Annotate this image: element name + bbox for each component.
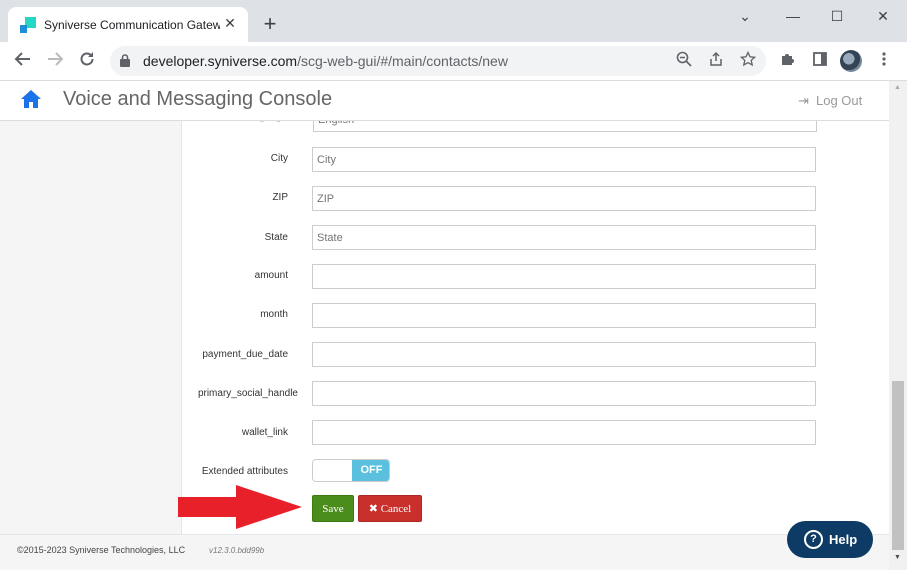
back-icon[interactable] bbox=[12, 50, 34, 72]
zip-input[interactable] bbox=[312, 186, 816, 211]
profile-avatar[interactable] bbox=[840, 50, 862, 72]
logout-icon: ⇥ bbox=[798, 93, 809, 108]
scroll-thumb[interactable] bbox=[892, 381, 904, 550]
payment-due-date-input[interactable] bbox=[312, 342, 816, 367]
tab-search-icon[interactable]: ⌄ bbox=[733, 8, 757, 24]
app-header: Voice and Messaging Console ⇥ Log Out bbox=[0, 81, 889, 121]
side-panel-icon[interactable] bbox=[810, 51, 830, 71]
logout-link[interactable]: ⇥ Log Out bbox=[798, 93, 862, 109]
save-button[interactable]: Save bbox=[312, 495, 354, 522]
zip-label: ZIP bbox=[272, 192, 288, 203]
amount-input[interactable] bbox=[312, 264, 816, 289]
wallet-link-input[interactable] bbox=[312, 420, 816, 445]
syniverse-favicon-icon bbox=[20, 17, 36, 33]
browser-toolbar: developer.syniverse.com/scg-web-gui/#/ma… bbox=[0, 42, 907, 81]
payment-due-date-label: payment_due_date bbox=[202, 349, 288, 360]
cancel-x-icon: ✖ bbox=[368, 503, 381, 515]
zoom-out-icon[interactable] bbox=[674, 51, 694, 71]
state-input[interactable] bbox=[312, 225, 816, 250]
new-tab-button[interactable]: + bbox=[258, 12, 282, 36]
primary-social-handle-label: primary_social_handle bbox=[197, 388, 298, 399]
tab-title: Syniverse Communication Gatew bbox=[44, 18, 220, 32]
city-label: City bbox=[270, 153, 288, 164]
share-icon[interactable] bbox=[706, 51, 726, 71]
forward-icon[interactable] bbox=[44, 50, 66, 72]
primary-social-handle-input[interactable] bbox=[312, 381, 816, 406]
city-input[interactable] bbox=[312, 147, 816, 172]
page-footer: ©2015-2023 Syniverse Technologies, LLC v… bbox=[0, 534, 889, 570]
address-bar[interactable]: developer.syniverse.com/scg-web-gui/#/ma… bbox=[110, 46, 766, 76]
help-question-icon: ? bbox=[804, 530, 823, 550]
month-label: month bbox=[260, 309, 288, 320]
browser-tab-strip: Syniverse Communication Gatew ✕ + ⌄ — ☐ … bbox=[0, 0, 907, 42]
kebab-menu-icon[interactable] bbox=[874, 51, 894, 71]
url-text: developer.syniverse.com/scg-web-gui/#/ma… bbox=[143, 53, 508, 69]
minimize-window-button[interactable]: — bbox=[781, 8, 805, 24]
close-window-button[interactable]: ✕ bbox=[871, 8, 895, 24]
month-input[interactable] bbox=[312, 303, 816, 328]
toggle-knob bbox=[313, 460, 352, 481]
page-viewport: Preferred Language English City ZIP Stat… bbox=[0, 81, 907, 570]
help-button[interactable]: ? Help bbox=[787, 521, 873, 558]
home-icon[interactable] bbox=[20, 88, 42, 110]
reload-icon[interactable] bbox=[76, 50, 98, 72]
bookmark-star-icon[interactable] bbox=[738, 50, 758, 71]
scroll-down-icon[interactable]: ▼ bbox=[894, 554, 901, 561]
cancel-label: Cancel bbox=[380, 503, 412, 515]
amount-label: amount bbox=[254, 270, 288, 281]
tab-close-icon[interactable]: ✕ bbox=[222, 15, 238, 31]
version-text: v12.3.0.bdd99b bbox=[209, 546, 265, 555]
annotation-arrow-icon bbox=[178, 485, 302, 529]
browser-tab[interactable]: Syniverse Communication Gatew ✕ bbox=[8, 7, 248, 42]
copyright-text: ©2015-2023 Syniverse Technologies, LLC bbox=[17, 545, 186, 555]
cancel-button[interactable]: ✖ Cancel bbox=[358, 495, 422, 522]
extensions-icon[interactable] bbox=[778, 51, 798, 71]
logout-label: Log Out bbox=[816, 93, 863, 108]
help-label: Help bbox=[829, 532, 858, 547]
state-label: State bbox=[264, 232, 288, 243]
toggle-state-label: OFF bbox=[352, 460, 389, 481]
extended-attributes-toggle[interactable]: OFF bbox=[312, 459, 390, 482]
lock-icon bbox=[120, 54, 130, 67]
extended-attributes-label: Extended attributes bbox=[201, 466, 288, 477]
wallet-link-label: wallet_link bbox=[241, 427, 288, 438]
app-title: Voice and Messaging Console bbox=[63, 88, 333, 110]
maximize-window-button[interactable]: ☐ bbox=[825, 8, 849, 24]
scroll-up-icon[interactable]: ▲ bbox=[894, 84, 901, 91]
page-scrollbar[interactable]: ▲ ▼ bbox=[889, 81, 907, 570]
